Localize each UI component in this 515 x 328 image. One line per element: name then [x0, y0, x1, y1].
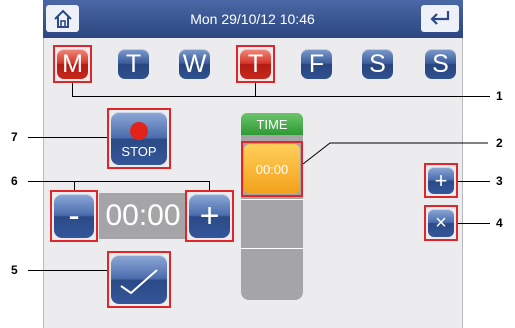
callout-line	[209, 181, 210, 190]
day-button-wednesday[interactable]: W	[179, 49, 210, 79]
time-slot-selected[interactable]: 00:00	[244, 144, 300, 194]
day-button-thursday[interactable]: T	[240, 49, 271, 79]
stop-indicator-icon	[130, 122, 148, 140]
day-button-sunday[interactable]: S	[425, 49, 456, 79]
callout-number-2: 2	[496, 136, 503, 150]
date-time-display: Mon 29/10/12 10:46	[190, 11, 315, 27]
day-button-saturday[interactable]: S	[362, 49, 393, 79]
add-button[interactable]: +	[428, 167, 454, 194]
stop-button[interactable]: STOP	[111, 112, 167, 165]
callout-number-4: 4	[496, 216, 503, 230]
callout-number-3: 3	[496, 174, 503, 188]
callout-number-7: 7	[11, 130, 18, 144]
return-arrow-icon	[430, 10, 450, 25]
increment-button[interactable]: +	[189, 194, 230, 238]
callout-line	[458, 181, 490, 182]
callout-number-5: 5	[11, 263, 18, 277]
confirm-button[interactable]	[111, 255, 167, 304]
callout-line-2	[302, 142, 488, 165]
callout-line	[28, 137, 107, 138]
home-button[interactable]	[46, 5, 79, 32]
time-value-display: 00:00	[99, 193, 187, 239]
callout-line	[72, 96, 490, 97]
stop-label: STOP	[121, 144, 157, 159]
callout-line	[28, 270, 107, 271]
callout-line	[255, 83, 256, 96]
delete-button[interactable]: ×	[428, 209, 454, 237]
callout-line	[72, 83, 73, 96]
callout-line	[28, 181, 209, 182]
callout-number-1: 1	[496, 89, 503, 103]
slot-divider	[241, 248, 303, 249]
home-icon	[53, 9, 72, 28]
day-button-tuesday[interactable]: T	[118, 49, 149, 79]
checkmark-icon	[120, 268, 158, 294]
day-button-friday[interactable]: F	[301, 49, 332, 79]
callout-line	[458, 223, 490, 224]
callout-line	[74, 181, 75, 190]
back-button[interactable]	[421, 5, 459, 32]
decrement-button[interactable]: -	[54, 194, 94, 238]
time-column-header: TIME	[241, 113, 303, 135]
callout-number-6: 6	[11, 174, 18, 188]
day-button-monday[interactable]: M	[57, 49, 88, 79]
slot-divider	[241, 199, 303, 200]
